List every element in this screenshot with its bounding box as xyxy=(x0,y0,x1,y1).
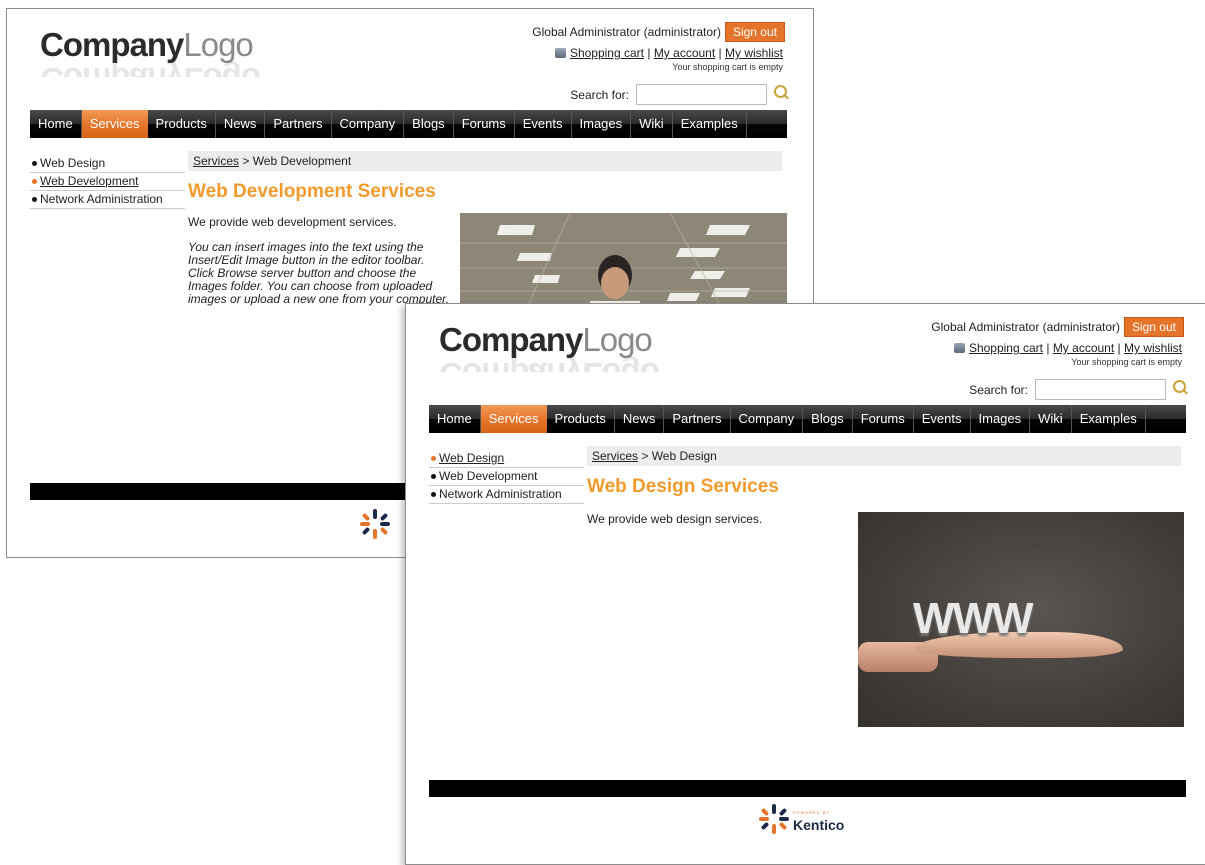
sidebar-item-network-administration[interactable]: Network Administration xyxy=(429,486,584,504)
body-text: You can insert images into the text usin… xyxy=(188,240,450,306)
nav-company[interactable]: Company xyxy=(332,110,405,138)
search-label: Search for: xyxy=(570,88,629,102)
kentico-logo[interactable]: POWERED BY Kentico xyxy=(759,804,844,834)
sidebar-item-web-design[interactable]: Web Design xyxy=(429,450,584,468)
nav-products[interactable]: Products xyxy=(547,405,615,433)
nav-wiki[interactable]: Wiki xyxy=(1030,405,1072,433)
cart-status: Your shopping cart is empty xyxy=(1071,357,1182,367)
search-label: Search for: xyxy=(969,383,1028,397)
logo-reflection: CompanyLogo xyxy=(439,354,659,372)
nav-images[interactable]: Images xyxy=(572,110,632,138)
footer-bar xyxy=(429,780,1186,797)
sidebar-item-network-administration[interactable]: Network Administration xyxy=(30,191,185,209)
shopping-cart-link[interactable]: Shopping cart xyxy=(570,46,644,60)
logo-reflection: CompanyLogo xyxy=(40,59,260,77)
nav-examples[interactable]: Examples xyxy=(673,110,747,138)
nav-services[interactable]: Services xyxy=(81,110,148,138)
nav-home[interactable]: Home xyxy=(429,405,481,433)
nav-forums[interactable]: Forums xyxy=(853,405,914,433)
account-links: Shopping cart | My account | My wishlist xyxy=(953,341,1182,355)
nav-examples[interactable]: Examples xyxy=(1072,405,1146,433)
shopping-cart-link[interactable]: Shopping cart xyxy=(969,341,1043,355)
nav-services[interactable]: Services xyxy=(480,405,547,433)
kentico-wordmark: POWERED BY Kentico xyxy=(793,810,845,833)
breadcrumb: Services > Web Development xyxy=(188,151,782,171)
kentico-logo[interactable] xyxy=(360,509,390,539)
nav-company[interactable]: Company xyxy=(731,405,804,433)
search-icon[interactable] xyxy=(1173,380,1186,393)
account-links: Shopping cart | My account | My wishlist xyxy=(554,46,783,60)
search-input[interactable] xyxy=(1035,379,1166,400)
intro-text: We provide web design services. xyxy=(587,512,763,526)
cart-status: Your shopping cart is empty xyxy=(672,62,783,72)
nav-news[interactable]: News xyxy=(615,405,665,433)
www-text: WWW xyxy=(913,594,1034,643)
user-name: Global Administrator (administrator) xyxy=(532,25,721,39)
nav-blogs[interactable]: Blogs xyxy=(404,110,454,138)
breadcrumb-services-link[interactable]: Services xyxy=(193,154,239,168)
my-account-link[interactable]: My account xyxy=(1053,341,1114,355)
main-nav: Home Services Products News Partners Com… xyxy=(30,110,787,138)
sidebar-item-web-development[interactable]: Web Development xyxy=(30,173,185,191)
nav-events[interactable]: Events xyxy=(515,110,572,138)
browser-window-web-design: CompanyLogo CompanyLogo Global Administr… xyxy=(405,303,1205,865)
sidebar-item-web-design[interactable]: Web Design xyxy=(30,155,185,173)
nav-partners[interactable]: Partners xyxy=(664,405,731,433)
nav-home[interactable]: Home xyxy=(30,110,82,138)
shopping-cart-icon xyxy=(953,343,965,353)
nav-news[interactable]: News xyxy=(216,110,266,138)
search-input[interactable] xyxy=(636,84,767,105)
my-account-link[interactable]: My account xyxy=(654,46,715,60)
nav-blogs[interactable]: Blogs xyxy=(803,405,853,433)
page-content: CompanyLogo CompanyLogo Global Administr… xyxy=(429,304,1186,864)
sign-out-button[interactable]: Sign out xyxy=(724,22,785,42)
my-wishlist-link[interactable]: My wishlist xyxy=(1124,341,1182,355)
nav-forums[interactable]: Forums xyxy=(454,110,515,138)
kentico-mark-icon xyxy=(759,804,789,834)
nav-partners[interactable]: Partners xyxy=(265,110,332,138)
my-wishlist-link[interactable]: My wishlist xyxy=(725,46,783,60)
shopping-cart-icon xyxy=(554,48,566,58)
nav-events[interactable]: Events xyxy=(914,405,971,433)
nav-images[interactable]: Images xyxy=(971,405,1031,433)
page-title: Web Design Services xyxy=(587,476,779,497)
page-title: Web Development Services xyxy=(188,181,436,202)
search-icon[interactable] xyxy=(774,85,787,98)
intro-text: We provide web development services. xyxy=(188,215,397,229)
breadcrumb-services-link[interactable]: Services xyxy=(592,449,638,463)
sidebar-item-web-development[interactable]: Web Development xyxy=(429,468,584,486)
sidebar-menu: Web Design Web Development Network Admin… xyxy=(30,155,185,209)
www-hand-photo: WWW xyxy=(858,512,1184,727)
nav-wiki[interactable]: Wiki xyxy=(631,110,673,138)
kentico-mark-icon xyxy=(360,509,390,539)
main-nav: Home Services Products News Partners Com… xyxy=(429,405,1186,433)
sidebar-menu: Web Design Web Development Network Admin… xyxy=(429,450,584,504)
breadcrumb: Services > Web Design xyxy=(587,446,1181,466)
user-name: Global Administrator (administrator) xyxy=(931,320,1120,334)
sign-out-button[interactable]: Sign out xyxy=(1123,317,1184,337)
nav-products[interactable]: Products xyxy=(148,110,216,138)
